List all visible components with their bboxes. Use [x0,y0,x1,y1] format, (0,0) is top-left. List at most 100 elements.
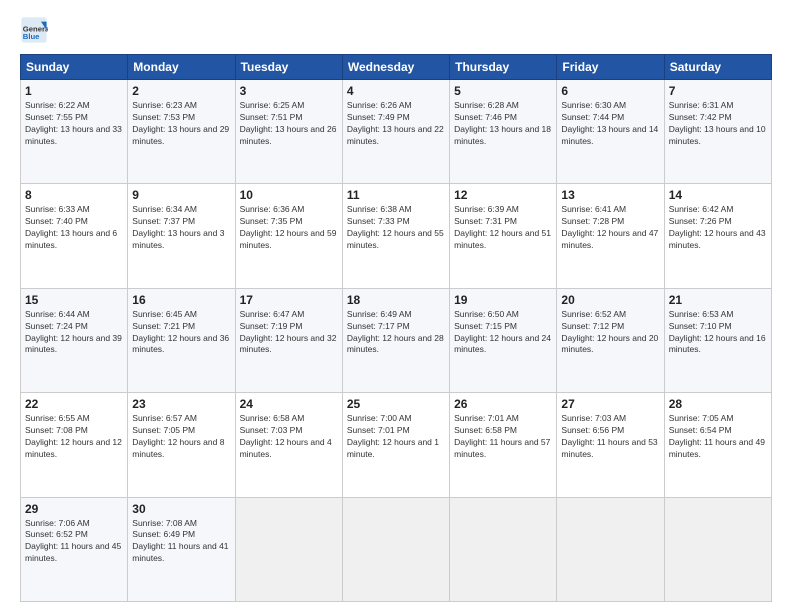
day-number: 18 [347,293,445,307]
calendar-cell: 26 Sunrise: 7:01 AMSunset: 6:58 PMDayligh… [450,393,557,497]
calendar-cell: 20 Sunrise: 6:52 AMSunset: 7:12 PMDayligh… [557,288,664,392]
calendar-week-row: 8Sunrise: 6:33 AMSunset: 7:40 PMDaylight… [21,184,772,288]
calendar-cell: 28 Sunrise: 7:05 AMSunset: 6:54 PMDayligh… [664,393,771,497]
calendar-cell: 9Sunrise: 6:34 AMSunset: 7:37 PMDaylight… [128,184,235,288]
calendar-week-row: 29 Sunrise: 7:06 AMSunset: 6:52 PMDayligh… [21,497,772,601]
calendar-cell: 2 Sunrise: 6:23 AMSunset: 7:53 PMDaylight… [128,80,235,184]
day-info: Sunrise: 6:52 AMSunset: 7:12 PMDaylight:… [561,309,659,357]
calendar-cell: 14 Sunrise: 6:42 AMSunset: 7:26 PMDayligh… [664,184,771,288]
logo: General Blue [20,16,52,44]
day-info: Sunrise: 6:42 AMSunset: 7:26 PMDaylight:… [669,204,767,252]
day-info: Sunrise: 7:01 AMSunset: 6:58 PMDaylight:… [454,413,552,461]
calendar-cell: 19 Sunrise: 6:50 AMSunset: 7:15 PMDayligh… [450,288,557,392]
day-number: 2 [132,84,230,98]
day-info: Sunrise: 7:06 AMSunset: 6:52 PMDaylight:… [25,518,123,566]
svg-text:Blue: Blue [23,32,40,41]
day-info: Sunrise: 6:44 AMSunset: 7:24 PMDaylight:… [25,309,123,357]
day-info: Sunrise: 6:45 AMSunset: 7:21 PMDaylight:… [132,309,230,357]
calendar-cell: 1 Sunrise: 6:22 AMSunset: 7:55 PMDaylight… [21,80,128,184]
day-number: 15 [25,293,123,307]
day-number: 4 [347,84,445,98]
day-number: 21 [669,293,767,307]
calendar-cell: 24 Sunrise: 6:58 AMSunset: 7:03 PMDayligh… [235,393,342,497]
calendar-cell [342,497,449,601]
col-saturday: Saturday [664,55,771,80]
day-number: 11 [347,188,445,202]
day-number: 25 [347,397,445,411]
day-info: Sunrise: 6:38 AMSunset: 7:33 PMDaylight:… [347,204,445,252]
day-number: 30 [132,502,230,516]
logo-icon: General Blue [20,16,48,44]
day-info: Sunrise: 6:31 AMSunset: 7:42 PMDaylight:… [669,100,767,148]
day-number: 24 [240,397,338,411]
day-info: Sunrise: 7:03 AMSunset: 6:56 PMDaylight:… [561,413,659,461]
day-number: 5 [454,84,552,98]
day-info: Sunrise: 6:33 AMSunset: 7:40 PMDaylight:… [25,204,123,252]
col-monday: Monday [128,55,235,80]
day-number: 16 [132,293,230,307]
col-thursday: Thursday [450,55,557,80]
day-info: Sunrise: 6:57 AMSunset: 7:05 PMDaylight:… [132,413,230,461]
calendar-cell: 12 Sunrise: 6:39 AMSunset: 7:31 PMDayligh… [450,184,557,288]
day-info: Sunrise: 6:28 AMSunset: 7:46 PMDaylight:… [454,100,552,148]
calendar-week-row: 15 Sunrise: 6:44 AMSunset: 7:24 PMDayligh… [21,288,772,392]
calendar-cell: 21Sunrise: 6:53 AMSunset: 7:10 PMDayligh… [664,288,771,392]
calendar-cell: 7 Sunrise: 6:31 AMSunset: 7:42 PMDaylight… [664,80,771,184]
day-number: 7 [669,84,767,98]
day-number: 6 [561,84,659,98]
calendar-cell: 29 Sunrise: 7:06 AMSunset: 6:52 PMDayligh… [21,497,128,601]
calendar-cell [235,497,342,601]
day-info: Sunrise: 6:47 AMSunset: 7:19 PMDaylight:… [240,309,338,357]
day-number: 17 [240,293,338,307]
calendar-cell [450,497,557,601]
calendar-cell: 27 Sunrise: 7:03 AMSunset: 6:56 PMDayligh… [557,393,664,497]
day-info: Sunrise: 6:58 AMSunset: 7:03 PMDaylight:… [240,413,338,461]
calendar-cell: 30 Sunrise: 7:08 AMSunset: 6:49 PMDayligh… [128,497,235,601]
day-number: 19 [454,293,552,307]
day-info: Sunrise: 6:49 AMSunset: 7:17 PMDaylight:… [347,309,445,357]
day-number: 12 [454,188,552,202]
day-number: 28 [669,397,767,411]
day-info: Sunrise: 6:25 AMSunset: 7:51 PMDaylight:… [240,100,338,148]
day-info: Sunrise: 6:23 AMSunset: 7:53 PMDaylight:… [132,100,230,148]
col-friday: Friday [557,55,664,80]
col-wednesday: Wednesday [342,55,449,80]
calendar-cell: 22 Sunrise: 6:55 AMSunset: 7:08 PMDayligh… [21,393,128,497]
day-number: 14 [669,188,767,202]
day-info: Sunrise: 6:39 AMSunset: 7:31 PMDaylight:… [454,204,552,252]
day-number: 10 [240,188,338,202]
day-number: 29 [25,502,123,516]
day-info: Sunrise: 6:22 AMSunset: 7:55 PMDaylight:… [25,100,123,148]
calendar-cell: 8Sunrise: 6:33 AMSunset: 7:40 PMDaylight… [21,184,128,288]
day-info: Sunrise: 6:55 AMSunset: 7:08 PMDaylight:… [25,413,123,461]
day-info: Sunrise: 6:26 AMSunset: 7:49 PMDaylight:… [347,100,445,148]
day-info: Sunrise: 7:08 AMSunset: 6:49 PMDaylight:… [132,518,230,566]
calendar-cell: 25Sunrise: 7:00 AMSunset: 7:01 PMDayligh… [342,393,449,497]
day-number: 1 [25,84,123,98]
calendar-cell: 17 Sunrise: 6:47 AMSunset: 7:19 PMDayligh… [235,288,342,392]
day-info: Sunrise: 6:50 AMSunset: 7:15 PMDaylight:… [454,309,552,357]
day-number: 26 [454,397,552,411]
day-number: 23 [132,397,230,411]
calendar-cell: 4 Sunrise: 6:26 AMSunset: 7:49 PMDaylight… [342,80,449,184]
calendar-cell: 13Sunrise: 6:41 AMSunset: 7:28 PMDayligh… [557,184,664,288]
calendar-cell: 3Sunrise: 6:25 AMSunset: 7:51 PMDaylight… [235,80,342,184]
calendar-cell: 18 Sunrise: 6:49 AMSunset: 7:17 PMDayligh… [342,288,449,392]
calendar-cell: 6Sunrise: 6:30 AMSunset: 7:44 PMDaylight… [557,80,664,184]
day-number: 22 [25,397,123,411]
calendar-cell: 5 Sunrise: 6:28 AMSunset: 7:46 PMDaylight… [450,80,557,184]
col-tuesday: Tuesday [235,55,342,80]
calendar-cell: 23 Sunrise: 6:57 AMSunset: 7:05 PMDayligh… [128,393,235,497]
day-number: 20 [561,293,659,307]
calendar-cell: 16 Sunrise: 6:45 AMSunset: 7:21 PMDayligh… [128,288,235,392]
calendar-week-row: 22 Sunrise: 6:55 AMSunset: 7:08 PMDayligh… [21,393,772,497]
calendar: Sunday Monday Tuesday Wednesday Thursday… [20,54,772,602]
day-info: Sunrise: 6:34 AMSunset: 7:37 PMDaylight:… [132,204,230,252]
calendar-week-row: 1 Sunrise: 6:22 AMSunset: 7:55 PMDaylight… [21,80,772,184]
calendar-cell: 10Sunrise: 6:36 AMSunset: 7:35 PMDayligh… [235,184,342,288]
day-info: Sunrise: 7:05 AMSunset: 6:54 PMDaylight:… [669,413,767,461]
calendar-header-row: Sunday Monday Tuesday Wednesday Thursday… [21,55,772,80]
day-number: 27 [561,397,659,411]
col-sunday: Sunday [21,55,128,80]
calendar-cell: 15 Sunrise: 6:44 AMSunset: 7:24 PMDayligh… [21,288,128,392]
